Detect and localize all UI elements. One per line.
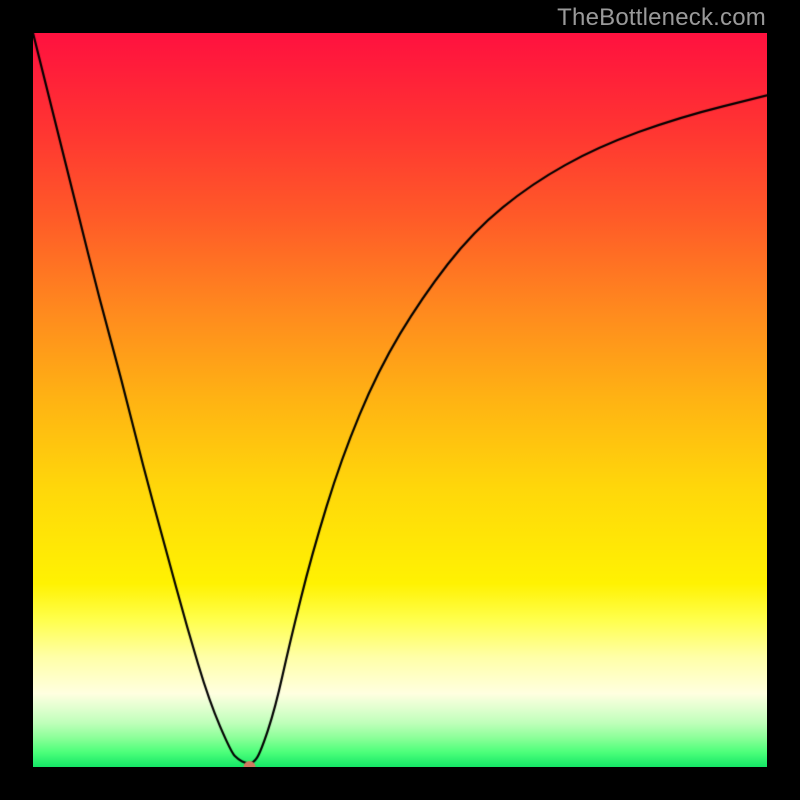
bottleneck-curve bbox=[33, 33, 767, 767]
watermark-text: TheBottleneck.com bbox=[557, 4, 766, 32]
chart-frame: TheBottleneck.com bbox=[0, 0, 800, 800]
plot-area bbox=[33, 33, 767, 767]
